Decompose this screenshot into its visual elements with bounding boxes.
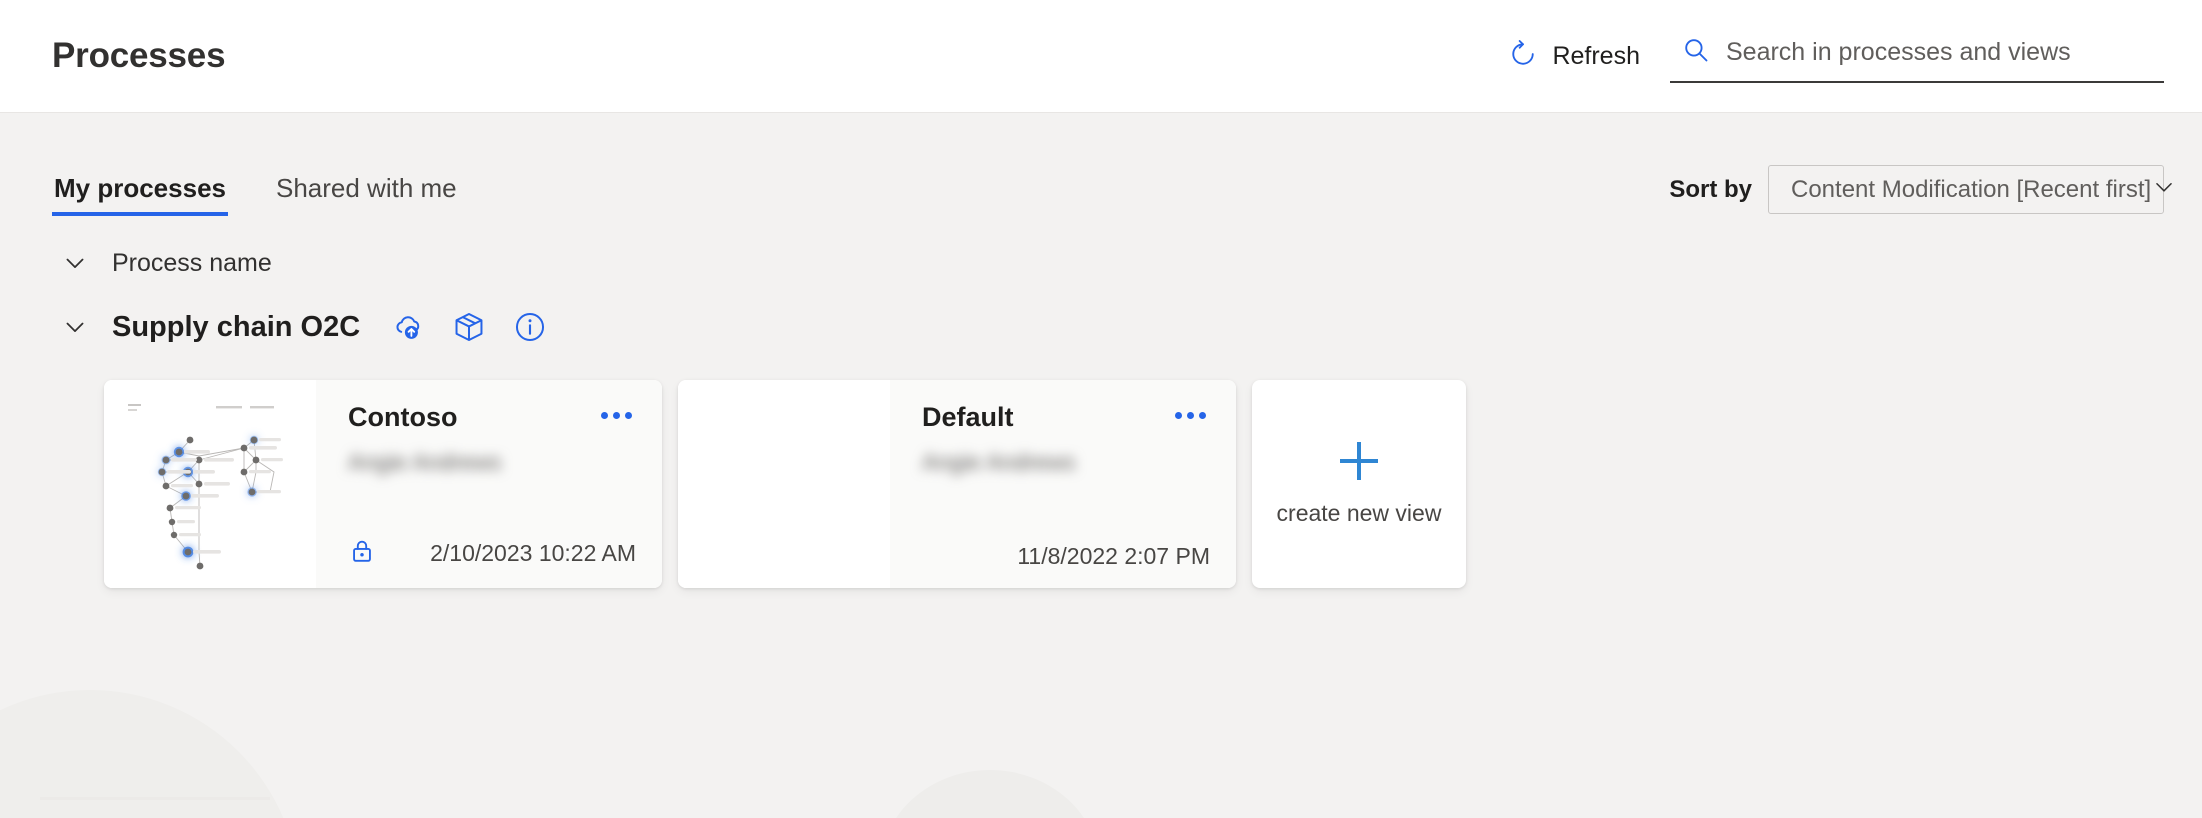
sort-by-value: Content Modification [Recent first] xyxy=(1791,175,2152,203)
view-card-author: Angie Andrews xyxy=(922,449,1076,475)
view-card-footer-default: 11/8/2022 2:07 PM xyxy=(922,543,1210,570)
package-box-icon[interactable] xyxy=(451,309,487,345)
plus-icon xyxy=(1340,441,1378,480)
view-thumbnail-default xyxy=(678,380,890,588)
search-input[interactable] xyxy=(1726,37,2160,67)
header-actions: Refresh xyxy=(1504,30,2164,83)
decor-blob-center xyxy=(880,770,1100,818)
refresh-label: Refresh xyxy=(1552,41,1640,70)
view-card-header-default: Default xyxy=(922,402,1210,433)
main-content: My processes Shared with me Sort by Cont… xyxy=(0,113,2202,588)
view-card-title: Default xyxy=(922,402,1014,432)
create-new-view-label: create new view xyxy=(1276,499,1442,526)
column-header-row: Process name xyxy=(52,232,2164,294)
app-header: Processes Refresh xyxy=(0,0,2202,113)
page-title: Processes xyxy=(52,36,226,75)
sort-by-dropdown[interactable]: Content Modification [Recent first] xyxy=(1768,165,2172,214)
process-action-icons xyxy=(390,309,548,345)
collapse-all-chevron-icon[interactable] xyxy=(52,240,98,286)
sort-by-control: Sort by Content Modification [Recent fir… xyxy=(1669,165,2172,216)
view-card-title: Contoso xyxy=(348,402,458,432)
decor-blob-left xyxy=(0,690,300,818)
search-magnifier-icon xyxy=(1682,36,1710,69)
dot xyxy=(1199,412,1206,419)
lock-closed-icon xyxy=(348,537,376,570)
process-group-row: Supply chain O2C xyxy=(52,296,2164,358)
view-card-date: 11/8/2022 2:07 PM xyxy=(1017,543,1210,569)
dot xyxy=(601,412,608,419)
tab-bar: My processes Shared with me Sort by Cont… xyxy=(52,113,2172,216)
column-header-process-name: Process name xyxy=(112,248,272,277)
more-options-icon[interactable] xyxy=(1171,402,1210,429)
sort-by-label: Sort by xyxy=(1669,175,1752,203)
view-card-default[interactable]: Default Angie Andrews 11/8/2022 2:07 PM xyxy=(678,380,1236,588)
refresh-circular-arrow-icon xyxy=(1508,39,1538,74)
chevron-down-icon xyxy=(2151,174,2177,205)
view-card-date: 2/10/2023 10:22 AM xyxy=(430,540,636,566)
tab-my-processes[interactable]: My processes xyxy=(52,173,228,216)
process-group-chevron-icon[interactable] xyxy=(52,304,98,350)
dot xyxy=(1175,412,1182,419)
info-circle-icon[interactable] xyxy=(512,309,548,345)
view-card-contoso[interactable]: Contoso Angie Andrews 2/10/2023 10:22 AM xyxy=(104,380,662,588)
view-card-body-contoso: Contoso Angie Andrews 2/10/2023 10:22 AM xyxy=(316,380,662,588)
dot xyxy=(625,412,632,419)
more-options-icon[interactable] xyxy=(597,402,636,429)
view-card-list: Contoso Angie Andrews 2/10/2023 10:22 AM… xyxy=(52,380,2164,588)
tab-shared-with-me[interactable]: Shared with me xyxy=(274,173,459,216)
view-thumbnail-contoso xyxy=(104,380,316,588)
view-card-author: Angie Andrews xyxy=(348,449,502,475)
search-box[interactable] xyxy=(1670,30,2164,83)
refresh-button[interactable]: Refresh xyxy=(1504,33,1644,80)
cloud-upload-icon[interactable] xyxy=(390,309,426,345)
process-name: Supply chain O2C xyxy=(112,310,361,343)
view-card-body-default: Default Angie Andrews 11/8/2022 2:07 PM xyxy=(890,380,1236,588)
dot xyxy=(613,412,620,419)
dot xyxy=(1187,412,1194,419)
view-card-footer-contoso: 2/10/2023 10:22 AM xyxy=(348,537,636,570)
create-new-view-card[interactable]: create new view xyxy=(1252,380,1466,588)
process-graph-thumbnail xyxy=(104,380,316,588)
decor-line xyxy=(40,797,270,800)
view-card-header-contoso: Contoso xyxy=(348,402,636,433)
